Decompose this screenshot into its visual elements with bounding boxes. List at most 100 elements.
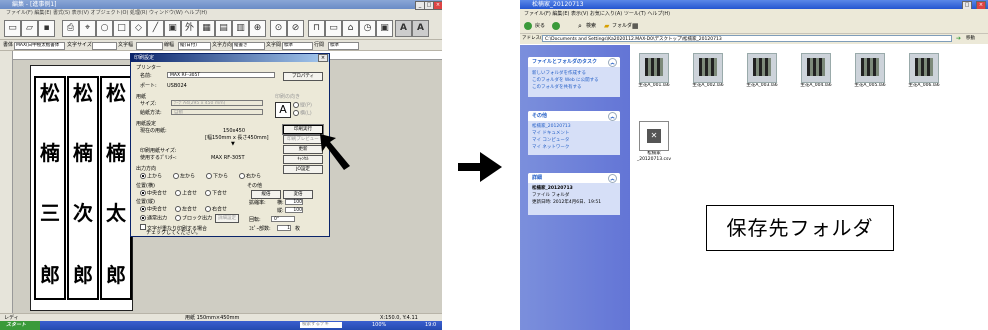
- label-3[interactable]: 松 楠 太 郎: [100, 76, 132, 300]
- pos-y-center-radio[interactable]: 中央合せ: [140, 206, 167, 213]
- details-header[interactable]: 詳細 ︽: [528, 173, 620, 183]
- line-spacing-combo[interactable]: 標準: [328, 42, 359, 50]
- task-new-folder[interactable]: 新しいフォルダを作成する: [532, 71, 586, 77]
- dir-top-radio[interactable]: 上から: [140, 173, 162, 180]
- file-item[interactable]: 生花A_005.la6: [852, 53, 888, 89]
- shape-icon[interactable]: ⌂: [342, 20, 359, 37]
- file-list-area[interactable]: 生花A_001.la6 生花A_002.la6 生花A_003.la6 生花A_…: [630, 45, 988, 330]
- output-block-radio[interactable]: ブロック出力: [175, 215, 212, 222]
- label-1[interactable]: 松 楠 三 郎: [34, 76, 66, 300]
- scale-height-input[interactable]: 100: [285, 207, 303, 213]
- dir-right-radio[interactable]: 右から: [239, 173, 261, 180]
- dialog-close-button[interactable]: ×: [318, 54, 328, 62]
- print-preview-button[interactable]: 印刷プレビュー: [283, 135, 323, 144]
- properties-button[interactable]: プロパティ: [283, 72, 323, 81]
- line-width-combo[interactable]: 縦(日付): [178, 42, 211, 50]
- char-width-combo[interactable]: [136, 42, 163, 50]
- folders-button[interactable]: フォルダ: [612, 19, 632, 33]
- printer-name-select[interactable]: MAX RF-305T: [167, 72, 275, 78]
- print-execute-button[interactable]: 印刷実行: [283, 125, 323, 134]
- copies-input[interactable]: 1: [277, 225, 291, 231]
- line-icon[interactable]: ╱: [147, 20, 164, 37]
- back-icon[interactable]: [524, 22, 532, 30]
- layout-icon[interactable]: ▥: [232, 20, 249, 37]
- orientation-landscape[interactable]: 横(L): [293, 110, 312, 117]
- dir-bottom-radio[interactable]: 下から: [206, 173, 228, 180]
- file-item[interactable]: 生花A_001.la6: [636, 53, 672, 89]
- update-button[interactable]: 更新: [283, 145, 323, 154]
- char-spacing-combo[interactable]: 標準: [282, 42, 313, 50]
- cancel-button[interactable]: ｷｬﾝｾﾙ: [283, 155, 323, 164]
- file-item[interactable]: 生花A_003.la6: [744, 53, 780, 89]
- zoom-in-icon[interactable]: ⊙: [270, 20, 287, 37]
- back-button[interactable]: 戻る: [535, 19, 545, 33]
- editor-menubar[interactable]: ファイル(F) 編集(E) 書式(S) 表示(V) オブジェクト(O) 処理(R…: [0, 9, 442, 17]
- image-icon[interactable]: ▣: [164, 20, 181, 37]
- start-button[interactable]: スタート: [0, 321, 40, 330]
- pos-y-right-radio[interactable]: 右合せ: [205, 206, 227, 213]
- pos-bottom-radio[interactable]: 下合せ: [205, 190, 227, 197]
- font-a-icon[interactable]: A: [395, 20, 412, 37]
- place-my-computer[interactable]: マイ コンピュータ: [532, 138, 569, 144]
- zoom-out-icon[interactable]: ⊘: [287, 20, 304, 37]
- rectangle-icon[interactable]: □: [113, 20, 130, 37]
- explorer-menubar[interactable]: ファイル(F) 編集(E) 表示(V) お気に入り(A) ツール(T) ヘルプ(…: [520, 9, 988, 19]
- place-parent[interactable]: 松楠家_20120713: [532, 124, 571, 130]
- ellipse-icon[interactable]: ○: [96, 20, 113, 37]
- label-2[interactable]: 松 楠 次 郎: [67, 76, 99, 300]
- direction-combo[interactable]: 縦書き: [232, 42, 265, 50]
- open-folder-icon[interactable]: ▱: [21, 20, 38, 37]
- scale-width-input[interactable]: 100: [285, 199, 303, 205]
- paper-size-select[interactable]: ﾃｰﾌﾟA4(295 x 450 mm): [171, 100, 263, 106]
- mirror-button[interactable]: 縦倍: [251, 190, 281, 199]
- place-my-network[interactable]: マイ ネットワーク: [532, 145, 569, 151]
- cursor-icon[interactable]: ⌖: [79, 20, 96, 37]
- table-icon[interactable]: ▦: [198, 20, 215, 37]
- file-item[interactable]: ✕ 松楠家_20120713.csv: [636, 121, 672, 163]
- external-char-icon[interactable]: 外: [181, 20, 198, 37]
- flip-button[interactable]: 変倍: [283, 190, 313, 199]
- feed-select[interactable]: 自動: [171, 109, 263, 115]
- search-icon[interactable]: ⌕: [578, 19, 582, 33]
- view-icon[interactable]: ▦: [632, 19, 639, 33]
- go-button[interactable]: 移動: [966, 34, 975, 44]
- dir-left-radio[interactable]: 左から: [173, 173, 195, 180]
- pos-y-left-radio[interactable]: 左合せ: [175, 206, 197, 213]
- file-tasks-header[interactable]: ファイルとフォルダのタスク ︽: [528, 57, 620, 67]
- output-normal-radio[interactable]: 通常出力: [140, 215, 167, 222]
- folder-icon[interactable]: ▰: [604, 19, 609, 33]
- font-a-large-icon[interactable]: A: [412, 20, 429, 37]
- new-file-icon[interactable]: ▭: [4, 20, 21, 37]
- save-icon[interactable]: ▪: [38, 20, 55, 37]
- other-places-header[interactable]: その他 ︽: [528, 111, 620, 121]
- orientation-portrait[interactable]: 縦(P): [293, 102, 312, 109]
- taskbar-search[interactable]: 検索するテキ: [300, 322, 342, 328]
- forward-icon[interactable]: [552, 22, 560, 30]
- detail-settings-button[interactable]: 詳細設定: [215, 214, 239, 223]
- address-input[interactable]: C:\Documents and Settings\Ka2020112.MAX-…: [542, 35, 952, 42]
- go-arrow-icon[interactable]: ➔: [956, 34, 961, 44]
- file-item[interactable]: 生花A_002.la6: [690, 53, 726, 89]
- jo-settings-button[interactable]: JO設定: [283, 165, 323, 174]
- frame-icon[interactable]: ⊓: [308, 20, 325, 37]
- font-combo[interactable]: MAX(日中極太楷書体: [14, 42, 65, 50]
- place-my-documents[interactable]: マイ ドキュメント: [532, 131, 569, 137]
- photo-icon[interactable]: ▣: [376, 20, 393, 37]
- grid-icon[interactable]: ▤: [215, 20, 232, 37]
- monitor-icon[interactable]: ▭: [325, 20, 342, 37]
- polygon-icon[interactable]: ◇: [130, 20, 147, 37]
- menu-items[interactable]: ファイル(F) 編集(E) 書式(S) 表示(V) オブジェクト(O) 処理(R…: [6, 10, 207, 16]
- rotate-select[interactable]: 0°: [271, 216, 295, 222]
- search-button[interactable]: 検索: [586, 19, 596, 33]
- task-share-folder[interactable]: このフォルダを共有する: [532, 85, 582, 91]
- task-publish-web[interactable]: このフォルダを Web に公開する: [532, 78, 599, 84]
- file-item[interactable]: 生花A_004.la6: [798, 53, 834, 89]
- globe-icon[interactable]: ⊕: [249, 20, 266, 37]
- explorer-menu-items[interactable]: ファイル(F) 編集(E) 表示(V) お気に入り(A) ツール(T) ヘルプ(…: [524, 11, 670, 17]
- size-combo[interactable]: [92, 42, 117, 50]
- label-paper[interactable]: 松 楠 三 郎 松 楠 次 郎 松 楠 太 郎: [30, 65, 133, 311]
- file-item[interactable]: 生花A_006.la6: [906, 53, 942, 89]
- clock-icon[interactable]: ◷: [359, 20, 376, 37]
- pos-center-radio[interactable]: 中央合せ: [140, 190, 167, 197]
- print-icon[interactable]: ⎙: [62, 20, 79, 37]
